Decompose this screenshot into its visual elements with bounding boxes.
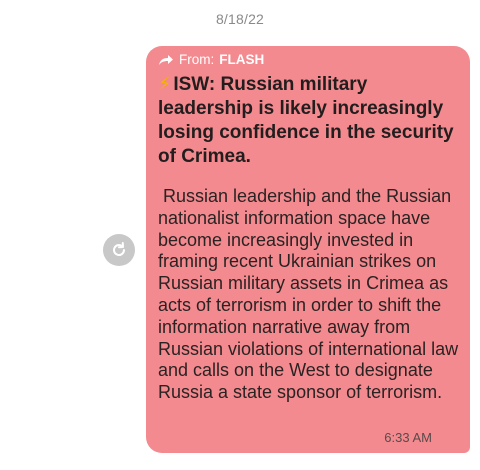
forward-label: From:: [179, 52, 215, 67]
resend-button[interactable]: [103, 234, 135, 266]
forward-source[interactable]: FLASH: [219, 52, 264, 67]
message-timestamp: 6:33 AM: [384, 430, 432, 445]
date-separator: 8/18/22: [215, 11, 265, 27]
message-body: Russian leadership and the Russian natio…: [158, 186, 464, 403]
forwarded-header: From: FLASH: [158, 52, 264, 67]
forward-arrow-icon: [158, 54, 174, 66]
conversation-screen: 8/18/22 From: FLASH ⚡ ISW: Russian milita…: [0, 0, 480, 470]
refresh-icon: [113, 242, 126, 256]
message-headline: ⚡ ISW: Russian military leadership is lik…: [158, 73, 462, 169]
headline-text: ISW: Russian military leadership is like…: [158, 74, 454, 167]
lightning-icon: ⚡: [158, 74, 172, 95]
message-bubble[interactable]: From: FLASH ⚡ ISW: Russian military leade…: [146, 46, 470, 453]
